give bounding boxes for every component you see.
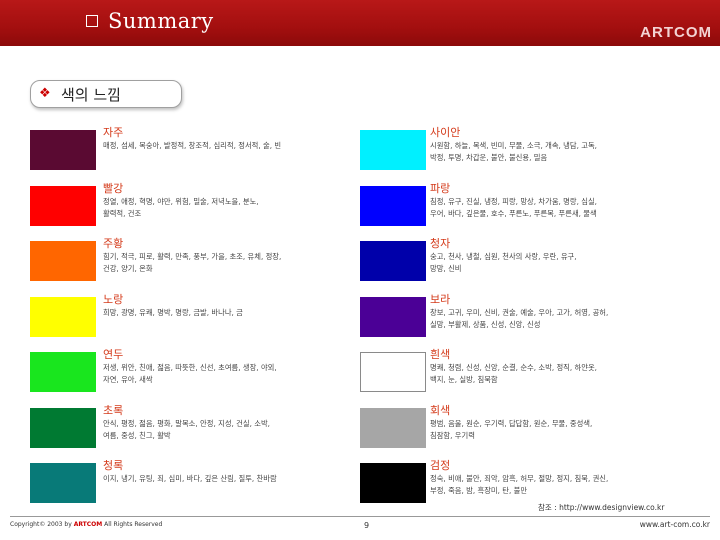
color-description: 침정, 유구, 진실, 냉정, 피랑, 망상, 차가움, 명랑, 심실, (430, 196, 597, 206)
color-name: 파랑 (430, 181, 451, 195)
color-description: 자연, 유아, 새싹 (103, 375, 153, 384)
color-name: 노랑 (103, 292, 124, 306)
title-group: Summary (86, 4, 214, 38)
source-note: 참조 : http://www.designview.co.kr (538, 503, 665, 512)
color-swatch (30, 463, 96, 503)
color-description: 건강, 양기, 온화 (103, 264, 153, 273)
brand-logo-text: ARTCOM (640, 24, 712, 41)
color-swatch (30, 352, 96, 392)
copyright-company: ARTCOM (73, 521, 103, 528)
color-description: 숭고, 천사, 냉철, 심원, 천사의 사랑, 우란, 유구, (430, 252, 577, 261)
color-name: 자주 (103, 126, 124, 139)
color-description: 평범, 음울, 원순, 우기력, 답답함, 원순, 무물, 중성색, (430, 418, 593, 428)
color-name: 청자 (430, 237, 451, 250)
page-number: 9 (364, 521, 370, 530)
color-description: 시원함, 하늘, 목색, 빈미, 무물, 소극, 개속, 냉담, 고독, (430, 141, 597, 150)
color-description: 망망, 신비 (430, 264, 462, 273)
color-name: 검정 (430, 459, 451, 472)
section-heading-box: ❖ 색의 느낌 (30, 80, 182, 108)
color-description: 활력적, 건조 (103, 208, 142, 218)
footer-divider (10, 516, 710, 517)
color-swatch (30, 130, 96, 170)
color-name: 연두 (103, 348, 124, 361)
color-swatch (30, 407, 96, 448)
footer-url: www.art-com.co.kr (639, 520, 710, 529)
color-name: 보라 (430, 292, 451, 306)
color-description: 명쾌, 청렴, 신성, 신앙, 순결, 순수, 소박, 정직, 하얀옷, (430, 363, 597, 372)
color-name: 초록 (103, 403, 124, 417)
color-description: 힘기, 적극, 피로, 활력, 만족, 풍부, 가을, 초조, 유체, 정장, (103, 252, 282, 261)
color-description: 저생, 위안, 친애, 젊음, 따뜻한, 신선, 초여름, 생장, 야외, (103, 363, 277, 372)
color-swatch (360, 185, 426, 226)
color-description: 백지, 눈, 실방, 침묵함 (430, 375, 498, 384)
diamond-bullet-icon: ❖ (39, 86, 51, 101)
color-swatch (360, 407, 426, 448)
color-description: 정열, 애정, 혁명, 야만, 위험, 밀술, 저녁노을, 분노, (103, 196, 259, 206)
section-title: 색의 느낌 (61, 85, 121, 104)
header-bar: Summary ARTCOM (0, 0, 720, 46)
color-swatch (360, 352, 426, 392)
color-swatch (30, 296, 96, 337)
color-name: 흰색 (430, 348, 451, 361)
checkbox-bullet-icon (86, 15, 98, 27)
copyright: Copyright© 2003 by ARTCOM All Rights Res… (10, 521, 162, 528)
color-name: 빨강 (103, 181, 124, 195)
color-swatch (360, 130, 426, 170)
color-swatch (360, 463, 426, 503)
color-swatch (30, 241, 96, 281)
copyright-prefix: Copyright© 2003 by (10, 521, 72, 528)
color-name: 회색 (430, 403, 451, 417)
color-swatch (360, 296, 426, 337)
color-description: 희망, 광명, 유쾌, 명박, 명랑, 금발, 바나나, 금 (103, 307, 243, 317)
color-description: 부정, 죽음, 밤, 흑장미, 탄, 불만 (430, 486, 528, 495)
color-description: 매정, 섬세, 복숭아, 발정적, 창조적, 심리적, 정서적, 술, 빈 (103, 141, 282, 150)
color-description: 박정, 투명, 차갑운, 불안, 불신용, 밀음 (430, 153, 548, 162)
color-name: 청록 (103, 459, 124, 472)
page-title: Summary (108, 9, 214, 33)
color-description: 안식, 평정, 젊음, 평화, 말목소, 안정, 지성, 건실, 소박, (103, 418, 270, 428)
color-swatch (30, 185, 96, 226)
color-description: 침잠함, 우기력 (430, 430, 475, 440)
color-description: 실망, 부활제, 상품, 신성, 신앙, 신성 (430, 319, 541, 329)
color-name: 사이안 (430, 126, 461, 139)
color-swatch (360, 241, 426, 281)
copyright-suffix: All Rights Reserved (104, 521, 163, 528)
color-description: 정숙, 비애, 불안, 죄악, 암흑, 허무, 절망, 정지, 침묵, 권신, (430, 474, 609, 483)
color-description: 이지, 냉기, 유팅, 죄, 심미, 바다, 깊은 산림, 질투, 찬바람 (103, 474, 277, 483)
color-description: 여름, 중성, 친그, 활박 (103, 430, 171, 440)
color-description: 우어, 바다, 깊은물, 호수, 푸른노, 푸른목, 푸른새, 물색 (430, 208, 597, 218)
color-name: 주황 (103, 237, 124, 250)
color-description: 창보, 고귀, 우미, 신비, 권술, 예술, 우아, 고가, 허영, 공허, (430, 307, 609, 317)
